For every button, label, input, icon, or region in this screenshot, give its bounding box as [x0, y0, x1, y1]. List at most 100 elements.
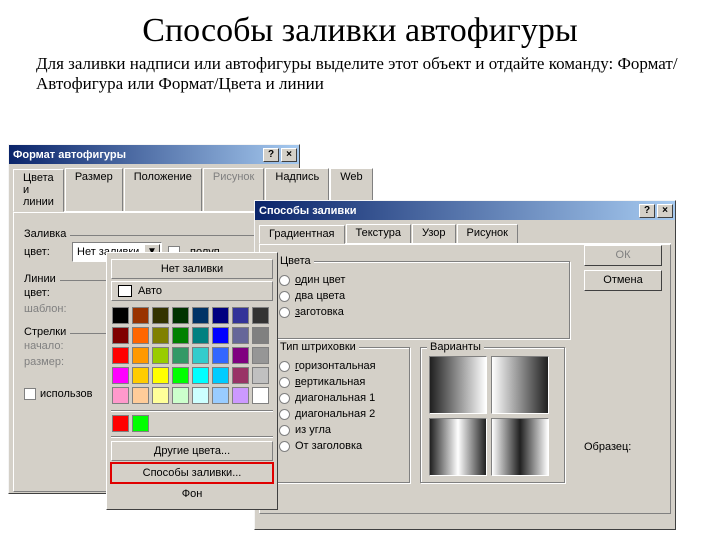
radio-diag-2[interactable]	[279, 409, 290, 420]
color-swatch[interactable]	[112, 367, 129, 384]
color-swatch[interactable]	[132, 387, 149, 404]
tab-size[interactable]: Размер	[65, 168, 123, 211]
label-sample: Образец:	[584, 441, 662, 453]
color-swatch[interactable]	[132, 347, 149, 364]
label-from-title: От заголовка	[295, 440, 362, 452]
radio-two-colors[interactable]	[279, 291, 290, 302]
label-one-color: один цвет	[295, 274, 345, 286]
color-swatch[interactable]	[112, 387, 129, 404]
color-swatch[interactable]	[112, 327, 129, 344]
tab-gradient[interactable]: Градиентная	[259, 225, 345, 244]
color-swatch[interactable]	[172, 347, 189, 364]
color-swatch[interactable]	[212, 347, 229, 364]
dialog-fill-effects: Способы заливки ? × Градиентная Текстура…	[254, 200, 676, 530]
tabstrip: Цвета и линии Размер Положение Рисунок Н…	[13, 168, 295, 212]
variant-1[interactable]	[429, 356, 487, 414]
color-swatch[interactable]	[192, 347, 209, 364]
titlebar[interactable]: Формат автофигуры ? ×	[9, 145, 299, 164]
color-swatch[interactable]	[212, 387, 229, 404]
radio-from-corner[interactable]	[279, 425, 290, 436]
label-preset: заготовка	[295, 306, 344, 318]
color-swatch[interactable]	[232, 367, 249, 384]
radio-diag-1[interactable]	[279, 393, 290, 404]
color-swatch[interactable]	[132, 415, 149, 432]
color-swatch[interactable]	[252, 327, 269, 344]
tab-picture[interactable]: Рисунок	[457, 224, 519, 243]
color-swatch[interactable]	[172, 307, 189, 324]
color-swatch[interactable]	[172, 367, 189, 384]
color-swatch[interactable]	[132, 307, 149, 324]
ok-button[interactable]: ОК	[584, 245, 662, 266]
radio-preset[interactable]	[279, 307, 290, 318]
color-swatch[interactable]	[232, 387, 249, 404]
option-fill-effects[interactable]: Способы заливки...	[111, 463, 273, 483]
option-more-colors[interactable]: Другие цвета...	[111, 441, 273, 461]
label-diag-2: диагональная 2	[295, 408, 375, 420]
label-two-colors: два цвета	[295, 290, 345, 302]
help-button[interactable]: ?	[639, 204, 655, 218]
radio-one-color[interactable]	[279, 275, 290, 286]
tab-texture[interactable]: Текстура	[346, 224, 411, 243]
color-swatch[interactable]	[132, 367, 149, 384]
close-button[interactable]: ×	[657, 204, 673, 218]
titlebar-title: Формат автофигуры	[13, 149, 126, 161]
color-swatch[interactable]	[152, 367, 169, 384]
color-swatch[interactable]	[252, 387, 269, 404]
color-swatch[interactable]	[232, 307, 249, 324]
cancel-button[interactable]: Отмена	[584, 270, 662, 291]
option-background[interactable]: Фон	[111, 485, 273, 503]
variant-3[interactable]	[429, 418, 487, 476]
color-swatch[interactable]	[152, 327, 169, 344]
group-arrows-label: Стрелки	[24, 326, 70, 338]
color-swatch[interactable]	[212, 327, 229, 344]
variant-2[interactable]	[491, 356, 549, 414]
radio-horizontal[interactable]	[279, 361, 290, 372]
label-arrow-start: начало:	[24, 340, 66, 352]
tab-pattern[interactable]: Узор	[412, 224, 456, 243]
page-title: Способы заливки автофигуры	[0, 12, 720, 50]
color-swatch[interactable]	[232, 327, 249, 344]
color-swatch[interactable]	[192, 307, 209, 324]
radio-vertical[interactable]	[279, 377, 290, 388]
close-button[interactable]: ×	[281, 148, 297, 162]
color-swatch[interactable]	[192, 367, 209, 384]
tab-position[interactable]: Положение	[124, 168, 202, 211]
color-swatch[interactable]	[212, 367, 229, 384]
help-button[interactable]: ?	[263, 148, 279, 162]
checkbox-use-default[interactable]	[24, 388, 36, 400]
color-swatch[interactable]	[172, 327, 189, 344]
label-fill-color: цвет:	[24, 246, 66, 258]
group-colors-label: Цвета	[277, 255, 314, 267]
color-swatch[interactable]	[252, 307, 269, 324]
color-swatch[interactable]	[112, 415, 129, 432]
titlebar[interactable]: Способы заливки ? ×	[255, 201, 675, 220]
color-dropdown-popup: Нет заливки Авто Другие цвета... Способы…	[106, 252, 278, 510]
color-swatch[interactable]	[232, 347, 249, 364]
label-horizontal: горизонтальная	[295, 360, 376, 372]
color-swatch[interactable]	[252, 347, 269, 364]
color-swatch[interactable]	[192, 327, 209, 344]
label-line-color: цвет:	[24, 287, 66, 299]
tab-colors-and-lines[interactable]: Цвета и линии	[13, 169, 64, 212]
color-swatch[interactable]	[152, 347, 169, 364]
group-shading-label: Тип штриховки	[277, 341, 359, 353]
option-auto-label: Авто	[138, 285, 162, 297]
color-swatch[interactable]	[172, 387, 189, 404]
color-swatch[interactable]	[152, 387, 169, 404]
color-swatch[interactable]	[152, 307, 169, 324]
label-pattern: шаблон:	[24, 303, 66, 315]
group-colors: Цвета один цвет два цвета заготовка	[270, 261, 570, 339]
option-auto[interactable]: Авто	[111, 281, 273, 301]
label-vertical: вертикальная	[295, 376, 365, 388]
color-swatch[interactable]	[252, 367, 269, 384]
color-swatch[interactable]	[112, 307, 129, 324]
option-no-fill[interactable]: Нет заливки	[111, 259, 273, 279]
color-swatch[interactable]	[212, 307, 229, 324]
radio-from-title[interactable]	[279, 441, 290, 452]
group-variants-label: Варианты	[427, 341, 484, 353]
color-swatch[interactable]	[192, 387, 209, 404]
color-swatch[interactable]	[112, 347, 129, 364]
label-arrow-size: размер:	[24, 356, 66, 368]
color-swatch[interactable]	[132, 327, 149, 344]
variant-4[interactable]	[491, 418, 549, 476]
